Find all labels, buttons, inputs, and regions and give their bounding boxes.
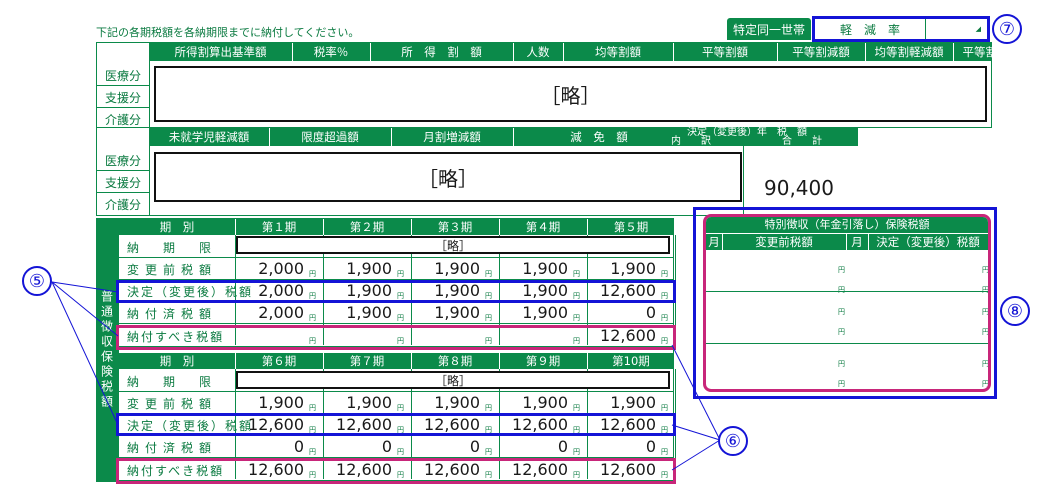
tokubetsu-yen-unit: 円 xyxy=(838,266,845,274)
col-tsuki-1: 月 xyxy=(708,235,720,249)
tokubetsu-yen-unit: 円 xyxy=(982,360,989,368)
col-henkoumae: 変更前税額 xyxy=(755,235,813,249)
col-tsuki-2: 月 xyxy=(851,235,863,249)
col-kettei: 決定（変更後）税額 xyxy=(876,235,980,249)
tokubetsu-row-divider xyxy=(706,343,988,344)
tokubetsu-yen-unit: 円 xyxy=(982,308,989,316)
tokubetsu-yen-unit: 円 xyxy=(838,360,845,368)
tokubetsu-col-header: 月 変更前税額 月 決定（変更後）税額 xyxy=(706,234,988,250)
marker-6: ⑥ xyxy=(718,426,748,456)
tokubetsu-yen-unit: 円 xyxy=(838,308,845,316)
tokubetsu-box: 特別徴収（年金引落し）保険税額 月 変更前税額 月 決定（変更後）税額 円円円円… xyxy=(703,214,991,392)
tokubetsu-title: 特別徴収（年金引落し）保険税額 xyxy=(706,217,988,233)
tokubetsu-yen-unit: 円 xyxy=(838,286,845,294)
tokubetsu-yen-unit: 円 xyxy=(982,266,989,274)
tokubetsu-yen-unit: 円 xyxy=(982,286,989,294)
marker-5: ⑤ xyxy=(22,266,52,296)
tokubetsu-yen-unit: 円 xyxy=(838,380,845,388)
tokubetsu-row-divider xyxy=(706,291,988,292)
tokubetsu-yen-unit: 円 xyxy=(982,328,989,336)
tokubetsu-yen-unit: 円 xyxy=(982,380,989,388)
tokubetsu-yen-unit: 円 xyxy=(838,328,845,336)
marker-8: ⑧ xyxy=(1000,296,1030,326)
